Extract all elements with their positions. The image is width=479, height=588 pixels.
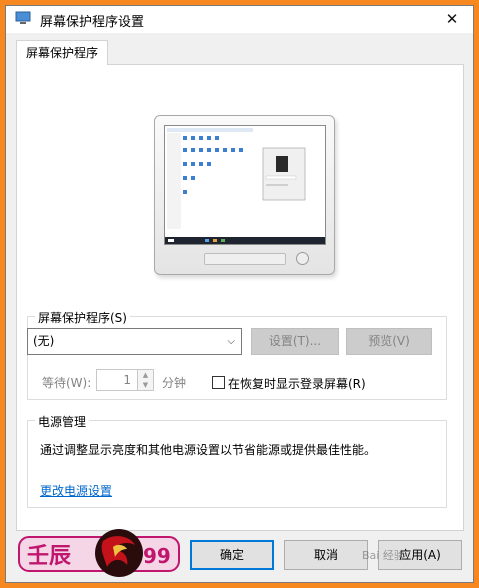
spin-down-icon[interactable]: ▼ bbox=[138, 380, 153, 390]
power-group-label: 电源管理 bbox=[35, 413, 90, 430]
power-button-icon bbox=[296, 252, 309, 265]
minutes-label: 分钟 bbox=[162, 376, 187, 390]
watermark-site: Bai 经验 bbox=[362, 549, 405, 562]
wait-minutes-input[interactable]: 1 bbox=[96, 369, 138, 391]
monitor-slot bbox=[204, 253, 286, 265]
cancel-button[interactable]: 取消 bbox=[284, 540, 368, 570]
watermark-text-left: 壬辰 bbox=[27, 543, 71, 569]
monitor-preview bbox=[154, 115, 335, 275]
resume-logon-checkbox[interactable] bbox=[212, 376, 225, 389]
power-description: 通过调整显示亮度和其他电源设置以节省能源或提供最佳性能。 bbox=[40, 443, 377, 457]
preview-button[interactable]: 预览(V) bbox=[346, 328, 432, 355]
spin-up-icon[interactable]: ▲ bbox=[138, 370, 153, 380]
tab-screensaver[interactable]: 屏幕保护程序 bbox=[16, 40, 108, 65]
monitor-screen bbox=[164, 125, 326, 245]
resume-logon-label[interactable]: 在恢复时显示登录屏幕(R) bbox=[228, 375, 366, 392]
wait-spinner[interactable]: ▲ ▼ bbox=[138, 369, 154, 391]
title-bar: 屏幕保护程序设置 ✕ bbox=[6, 6, 473, 33]
screensaver-selected-value: (无) bbox=[33, 334, 55, 348]
chevron-down-icon: ⌵ bbox=[227, 336, 235, 347]
screensaver-select[interactable]: (无) ⌵ bbox=[27, 328, 242, 355]
settings-button[interactable]: 设置(T)... bbox=[251, 328, 339, 355]
watermark-text-right: 99 bbox=[143, 544, 171, 568]
wait-label: 等待(W): bbox=[42, 376, 92, 390]
close-button[interactable]: ✕ bbox=[431, 6, 473, 33]
screensaver-group-label: 屏幕保护程序(S) bbox=[35, 309, 130, 326]
window-title: 屏幕保护程序设置 bbox=[40, 15, 145, 30]
desktop-thumbnail bbox=[165, 126, 325, 244]
monitor-app-icon bbox=[15, 11, 31, 24]
ok-button[interactable]: 确定 bbox=[190, 540, 274, 570]
change-power-settings-link[interactable]: 更改电源设置 bbox=[40, 482, 112, 499]
watermark-logo: 壬辰 99 bbox=[18, 529, 180, 577]
